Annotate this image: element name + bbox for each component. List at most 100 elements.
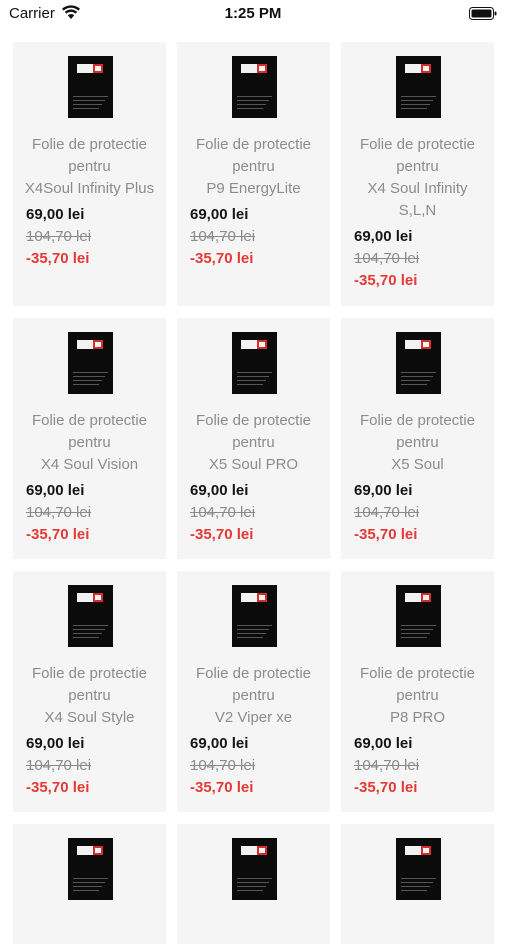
product-discount: -35,70 lei: [26, 779, 90, 796]
image-detail: [237, 878, 272, 879]
battery-icon: [469, 7, 497, 20]
image-detail: [401, 633, 430, 634]
image-detail: [237, 629, 269, 630]
image-detail: [237, 108, 263, 109]
product-price: 69,00 lei: [354, 482, 413, 499]
image-detail: [73, 380, 102, 381]
product-name: Folie de protectie pentru X4 Soul Infini…: [359, 136, 476, 219]
product-card[interactable]: Folie de protectie pentru V2 Viper xe 69,…: [177, 571, 330, 812]
brand-logo: [241, 589, 267, 602]
image-detail: [401, 637, 427, 638]
image-detail: [237, 376, 269, 377]
image-detail: [401, 96, 436, 97]
product-name: Folie de protectie pentru P8 PRO: [359, 665, 476, 726]
product-name: Folie de protectie pentru X5 Soul PRO: [195, 412, 312, 473]
image-detail: [237, 633, 266, 634]
product-image: [396, 332, 441, 394]
image-detail: [73, 890, 99, 891]
product-old-price: 104,70 lei: [354, 504, 420, 521]
product-card[interactable]: Folie de protectie pentru X4 Soul Infini…: [341, 42, 494, 306]
image-detail: [73, 104, 102, 105]
product-old-price: 104,70 lei: [190, 757, 256, 774]
image-detail: [237, 890, 263, 891]
product-discount: -35,70 lei: [190, 250, 254, 267]
image-detail: [237, 104, 266, 105]
product-name: Folie de protectie pentru P9 EnergyLite: [195, 136, 312, 197]
image-detail: [237, 886, 266, 887]
product-discount: -35,70 lei: [354, 526, 418, 543]
product-old-price: 104,70 lei: [26, 757, 92, 774]
brand-logo: [77, 589, 103, 602]
product-card[interactable]: Folie de protectie pentru X4 Soul Style 6…: [13, 571, 166, 812]
image-detail: [401, 100, 433, 101]
product-old-price: 104,70 lei: [354, 757, 420, 774]
product-image: [68, 585, 113, 647]
image-detail: [73, 637, 99, 638]
product-price: 69,00 lei: [190, 206, 249, 223]
product-image: [68, 56, 113, 118]
product-price: 69,00 lei: [26, 735, 85, 752]
product-discount: -35,70 lei: [26, 526, 90, 543]
image-detail: [73, 633, 102, 634]
image-detail: [73, 882, 105, 883]
product-image: [396, 56, 441, 118]
product-card[interactable]: [13, 824, 166, 944]
image-detail: [73, 96, 108, 97]
product-price: 69,00 lei: [190, 735, 249, 752]
brand-logo: [77, 336, 103, 349]
brand-logo: [405, 589, 431, 602]
image-detail: [401, 886, 430, 887]
product-old-price: 104,70 lei: [26, 504, 92, 521]
image-detail: [401, 372, 436, 373]
product-card[interactable]: Folie de protectie pentru X5 Soul 69,00 l…: [341, 318, 494, 559]
image-detail: [401, 380, 430, 381]
product-old-price: 104,70 lei: [190, 228, 256, 245]
image-detail: [73, 886, 102, 887]
product-old-price: 104,70 lei: [26, 228, 92, 245]
image-detail: [237, 625, 272, 626]
product-image: [68, 332, 113, 394]
product-image: [232, 332, 277, 394]
product-discount: -35,70 lei: [354, 779, 418, 796]
product-name: Folie de protectie pentru V2 Viper xe: [195, 665, 312, 726]
image-detail: [401, 376, 433, 377]
product-card[interactable]: [177, 824, 330, 944]
brand-logo: [241, 842, 267, 855]
image-detail: [73, 878, 108, 879]
product-card[interactable]: Folie de protectie pentru X4Soul Infinit…: [13, 42, 166, 306]
product-image: [232, 585, 277, 647]
product-price: 69,00 lei: [354, 228, 413, 245]
image-detail: [73, 625, 108, 626]
brand-logo: [241, 336, 267, 349]
image-detail: [73, 629, 105, 630]
brand-logo: [405, 842, 431, 855]
product-price: 69,00 lei: [26, 482, 85, 499]
brand-logo: [241, 60, 267, 73]
image-detail: [73, 372, 108, 373]
image-detail: [73, 384, 99, 385]
product-old-price: 104,70 lei: [354, 250, 420, 267]
product-card[interactable]: Folie de protectie pentru P8 PRO 69,00 le…: [341, 571, 494, 812]
image-detail: [73, 108, 99, 109]
clock: 1:25 PM: [224, 5, 282, 22]
product-price: 69,00 lei: [190, 482, 249, 499]
image-detail: [401, 878, 436, 879]
product-card[interactable]: [341, 824, 494, 944]
product-name: Folie de protectie pentru X4 Soul Style: [31, 665, 148, 726]
brand-logo: [77, 60, 103, 73]
product-image: [232, 56, 277, 118]
image-detail: [237, 372, 272, 373]
product-discount: -35,70 lei: [190, 526, 254, 543]
product-card[interactable]: Folie de protectie pentru X4 Soul Vision…: [13, 318, 166, 559]
product-image: [396, 585, 441, 647]
product-image: [232, 838, 277, 900]
product-image: [396, 838, 441, 900]
brand-logo: [405, 336, 431, 349]
product-price: 69,00 lei: [26, 206, 85, 223]
product-card[interactable]: Folie de protectie pentru X5 Soul PRO 69,…: [177, 318, 330, 559]
image-detail: [73, 376, 105, 377]
product-old-price: 104,70 lei: [190, 504, 256, 521]
image-detail: [401, 108, 427, 109]
product-card[interactable]: Folie de protectie pentru P9 EnergyLite 6…: [177, 42, 330, 306]
image-detail: [401, 104, 430, 105]
